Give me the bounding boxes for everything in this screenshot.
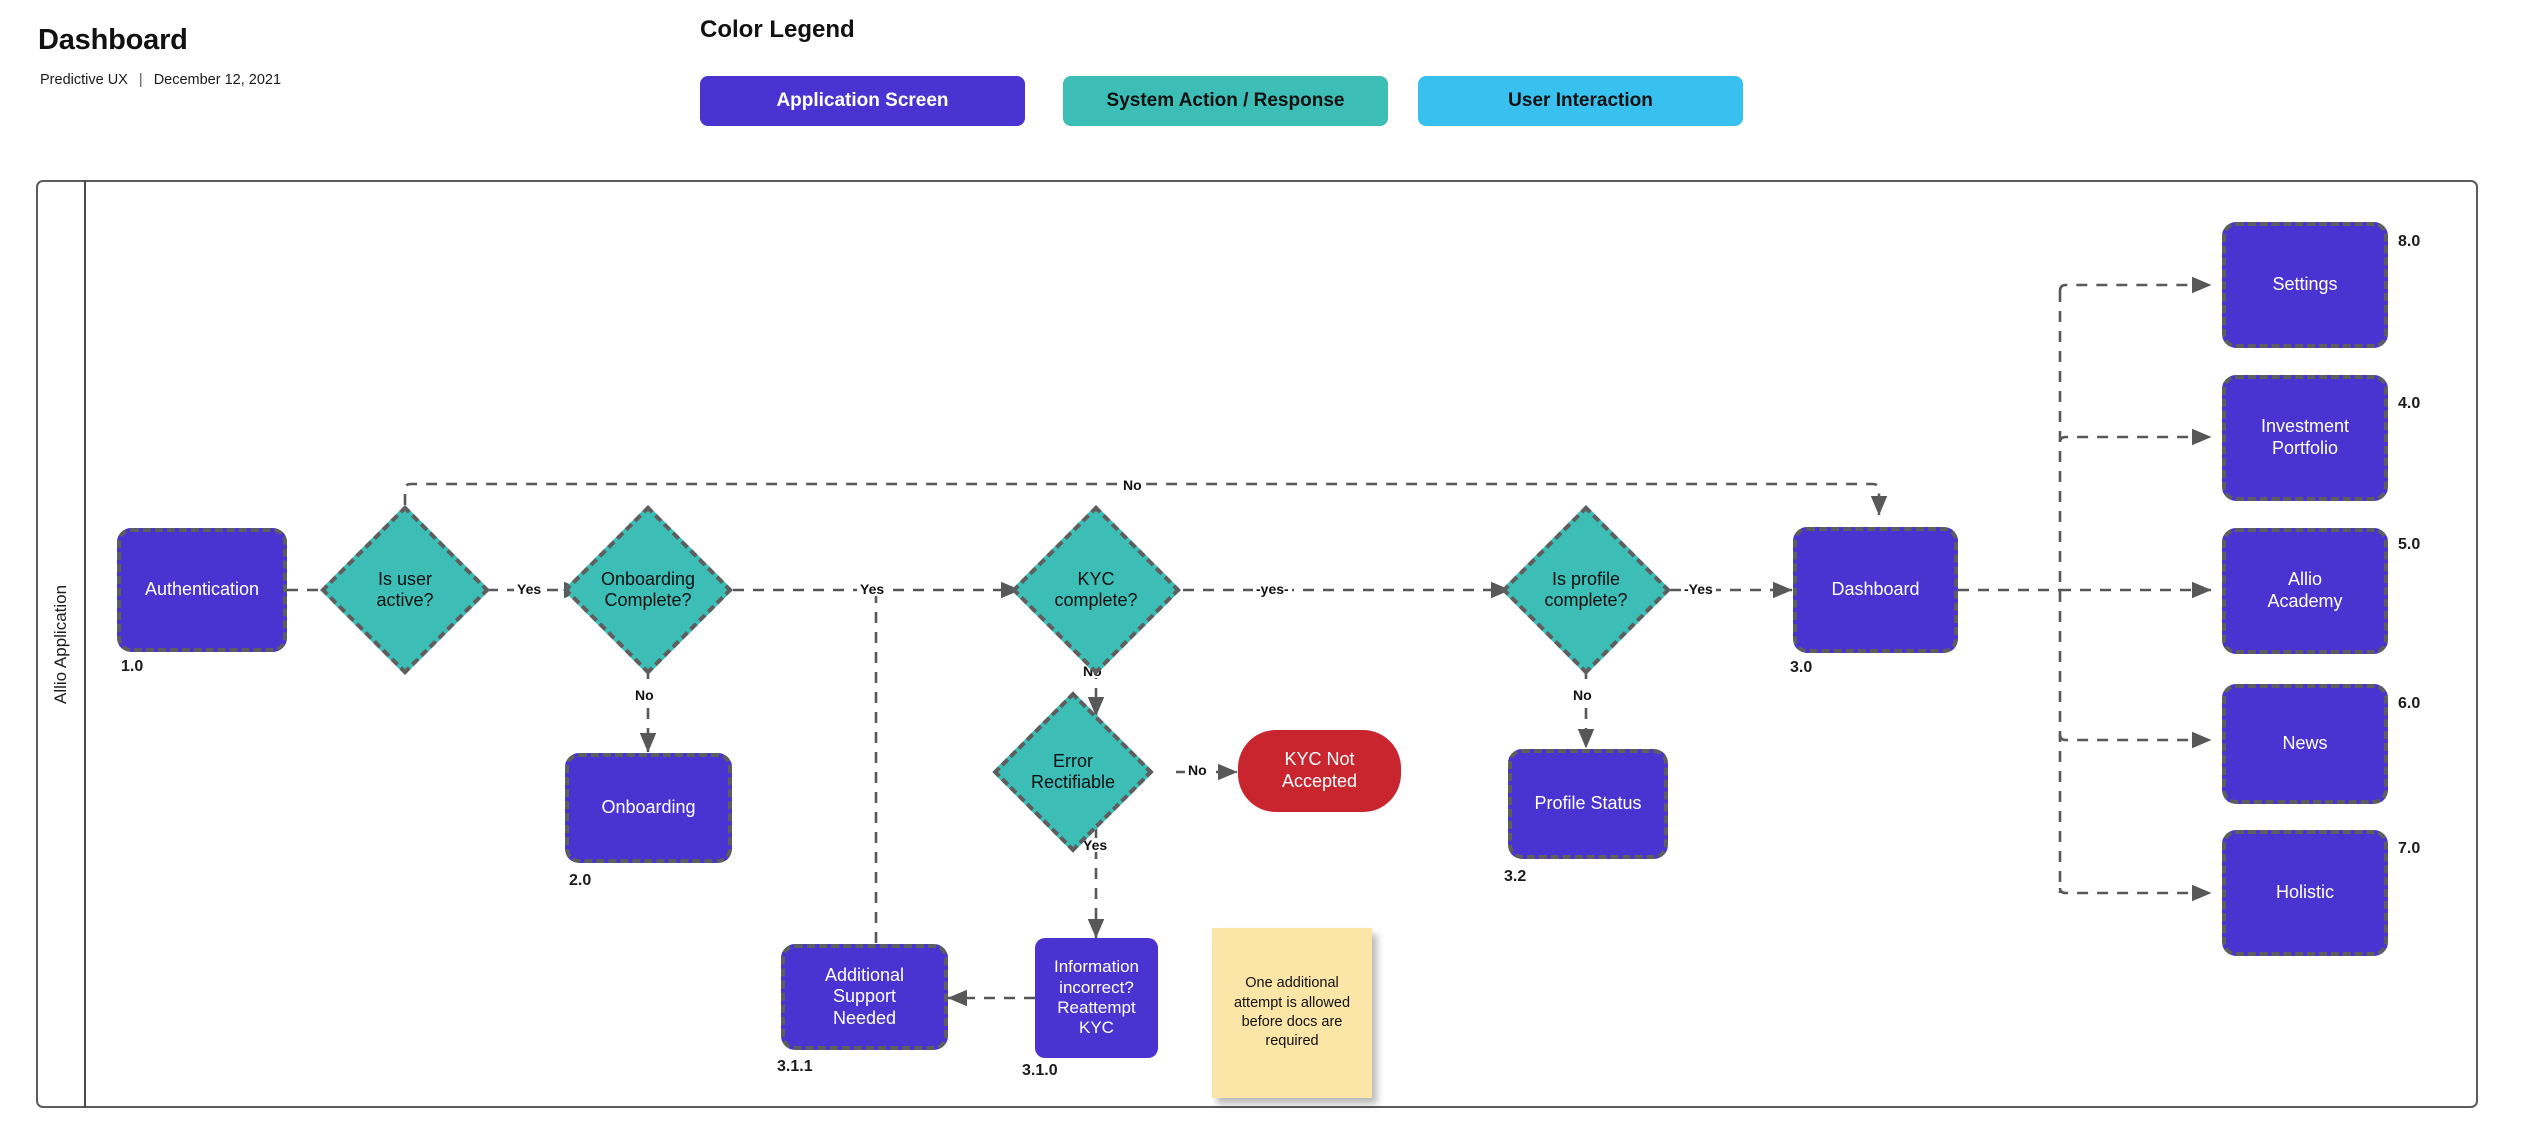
node-profile-status[interactable]: Profile Status (1508, 749, 1668, 859)
node-kyc-complete-line1: KYC (1077, 568, 1115, 589)
node-information-incorrect-line1: Information (1053, 957, 1140, 977)
edge-label-profile-no: No (1570, 688, 1595, 702)
note-line4: required (1265, 1033, 1319, 1050)
diagram-page: Dashboard Predictive UX | December 12, 2… (0, 0, 2540, 1144)
edge-label-error-no: No (1185, 763, 1210, 777)
node-id-onboarding: 2.0 (569, 872, 592, 889)
edge-bus-to-holistic (2058, 884, 2212, 902)
node-kyc-not-accepted[interactable]: KYC Not Accepted (1238, 730, 1401, 812)
node-allio-academy-line2: Academy (2267, 591, 2343, 611)
node-id-allio-academy: 5.0 (2398, 536, 2421, 553)
node-information-incorrect-line4: KYC (1079, 1018, 1114, 1038)
node-information-incorrect-line3: Reattempt (1057, 998, 1136, 1017)
node-additional-support-line2: Support (832, 986, 897, 1007)
node-is-profile-complete[interactable]: Is profile complete? (1501, 505, 1671, 675)
node-holistic-label: Holistic (2275, 882, 2334, 903)
edge-bus-to-settings (2058, 276, 2212, 294)
edge-label-profile-yes: -Yes (1681, 582, 1716, 596)
node-id-news: 6.0 (2398, 695, 2421, 712)
node-allio-academy-line1: Allio (2287, 569, 2322, 590)
node-news-label: News (2282, 733, 2328, 754)
node-onboarding-complete-label: Onboarding Complete? (588, 530, 708, 650)
node-id-additional-support: 3.1.1 (777, 1058, 813, 1075)
node-error-rectifiable-line2: Rectifiable (1030, 772, 1116, 792)
node-additional-support-needed[interactable]: Additional Support Needed (781, 944, 948, 1050)
edge-label-onboarding-no: No (632, 688, 657, 702)
node-profile-status-label: Profile Status (1534, 793, 1642, 814)
node-kyc-not-accepted-line1: KYC Not (1284, 749, 1355, 770)
node-dashboard-label: Dashboard (1831, 579, 1920, 600)
node-onboarding-complete-line2: Complete? (604, 590, 692, 610)
node-id-information-incorrect: 3.1.0 (1022, 1062, 1058, 1079)
node-authentication[interactable]: Authentication (117, 528, 287, 652)
node-is-user-active-label: Is user active? (345, 530, 465, 650)
edge-label-kyc-yes: -yes- (1253, 582, 1292, 596)
edge-bus-to-investment (2058, 428, 2212, 446)
node-id-settings: 8.0 (2398, 233, 2421, 250)
node-onboarding-complete-line1: Onboarding (600, 568, 696, 589)
node-is-user-active-line2: active? (376, 590, 434, 610)
node-investment-portfolio[interactable]: Investment Portfolio (2222, 375, 2388, 501)
node-settings[interactable]: Settings (2222, 222, 2388, 348)
node-kyc-complete[interactable]: KYC complete? (1011, 505, 1181, 675)
node-id-dashboard: 3.0 (1790, 659, 1813, 676)
node-investment-portfolio-line2: Portfolio (2271, 438, 2339, 458)
node-error-rectifiable-line1: Error (1052, 750, 1093, 771)
node-dashboard[interactable]: Dashboard (1793, 527, 1958, 653)
node-holistic[interactable]: Holistic (2222, 830, 2388, 956)
edge-label-user-active-no: No (1120, 478, 1145, 492)
node-id-holistic: 7.0 (2398, 840, 2421, 857)
node-investment-portfolio-line1: Investment (2260, 416, 2350, 437)
node-kyc-complete-line2: complete? (1054, 590, 1138, 610)
node-id-profile-status: 3.2 (1504, 868, 1527, 885)
node-is-user-active-line1: Is user (377, 568, 432, 589)
node-id-authentication: 1.0 (121, 658, 144, 675)
node-is-profile-complete-line2: complete? (1544, 590, 1628, 610)
node-onboarding-complete[interactable]: Onboarding Complete? (563, 505, 733, 675)
node-additional-support-line3: Needed (832, 1007, 897, 1028)
node-kyc-not-accepted-line2: Accepted (1281, 771, 1358, 791)
node-information-incorrect-line2: incorrect? (1059, 977, 1134, 997)
node-is-user-active[interactable]: Is user active? (320, 505, 490, 675)
node-onboarding-label: Onboarding (601, 797, 696, 818)
node-additional-support-line1: Additional (824, 964, 905, 985)
node-onboarding[interactable]: Onboarding (565, 753, 732, 863)
node-error-rectifiable-label: Error Rectifiable (1016, 715, 1130, 829)
node-is-profile-complete-label: Is profile complete? (1526, 530, 1646, 650)
node-authentication-label: Authentication (144, 579, 260, 600)
node-allio-academy[interactable]: Allio Academy (2222, 528, 2388, 654)
node-settings-label: Settings (2272, 274, 2338, 295)
edge-bus-to-news (2058, 731, 2212, 749)
node-news[interactable]: News (2222, 684, 2388, 804)
node-information-incorrect[interactable]: Information incorrect? Reattempt KYC (1035, 938, 1158, 1058)
note-line1: One additional (1245, 975, 1339, 992)
node-kyc-complete-label: KYC complete? (1036, 530, 1156, 650)
note-kyc-attempt: One additional attempt is allowed before… (1212, 928, 1372, 1098)
node-is-profile-complete-line1: Is profile (1551, 568, 1621, 589)
edge-label-onboarding-yes: Yes (857, 582, 888, 596)
note-line2: attempt is allowed (1233, 994, 1351, 1011)
edge-label-user-active-yes: Yes (514, 582, 545, 596)
note-line3: before docs are (1241, 1014, 1343, 1030)
node-error-rectifiable[interactable]: Error Rectifiable (992, 691, 1154, 853)
node-id-investment-portfolio: 4.0 (2398, 395, 2421, 412)
